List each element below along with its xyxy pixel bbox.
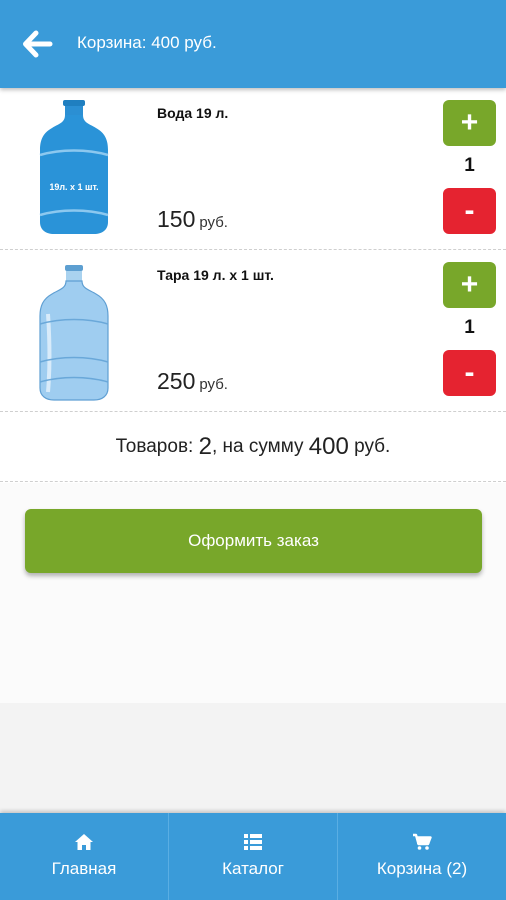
increase-quantity-button[interactable]: + (443, 262, 496, 308)
water-bottle-image: 19л. x 1 шт. (39, 100, 109, 234)
lower-background (0, 703, 506, 813)
item-price: 150 руб. (157, 206, 228, 233)
cart-item: 19л. x 1 шт. Вода 19 л. 150 руб. + 1 - (0, 88, 506, 250)
nav-label-home: Главная (51, 859, 117, 878)
item-name: Вода 19 л. (157, 105, 229, 121)
summary-prefix: Товаров: (115, 435, 199, 457)
cart-icon (413, 833, 432, 850)
summary-total: 400 (308, 432, 349, 460)
arrow-left-icon (23, 30, 53, 58)
checkout-button[interactable]: Оформить заказ (25, 509, 482, 573)
list-icon (244, 834, 262, 850)
cart-summary: Товаров: 2, на сумму 400 руб. (0, 412, 506, 482)
bottom-nav: Главная Каталог Корзина (2) (0, 813, 506, 900)
nav-item-catalog[interactable]: Каталог (168, 813, 337, 900)
item-quantity: 1 (464, 155, 475, 176)
price-currency: руб. (199, 376, 228, 393)
nav-label-catalog: Каталог (222, 859, 284, 878)
nav-item-home[interactable]: Главная (0, 813, 168, 900)
price-value: 150 (157, 206, 196, 232)
page-title: Корзина: 400 руб. (77, 33, 217, 52)
price-value: 250 (157, 368, 196, 394)
item-name: Тара 19 л. x 1 шт. (157, 267, 274, 283)
app-header: Корзина: 400 руб. (0, 0, 506, 88)
summary-count: 2 (198, 432, 212, 460)
decrease-quantity-button[interactable]: - (443, 350, 496, 396)
summary-middle: , на сумму (211, 435, 309, 457)
increase-quantity-button[interactable]: + (443, 100, 496, 146)
item-quantity: 1 (464, 317, 475, 338)
nav-label-cart: Корзина (2) (376, 859, 468, 878)
price-currency: руб. (199, 214, 228, 231)
cart-item: Тара 19 л. x 1 шт. 250 руб. + 1 - (0, 250, 506, 412)
item-price: 250 руб. (157, 368, 228, 395)
summary-currency: руб. (348, 435, 391, 457)
back-button[interactable] (22, 29, 56, 59)
bottle-label: 19л. x 1 шт. (49, 182, 98, 192)
home-icon (75, 834, 93, 850)
empty-bottle-image (39, 265, 109, 401)
decrease-quantity-button[interactable]: - (443, 188, 496, 234)
nav-item-cart[interactable]: Корзина (2) (337, 813, 506, 900)
